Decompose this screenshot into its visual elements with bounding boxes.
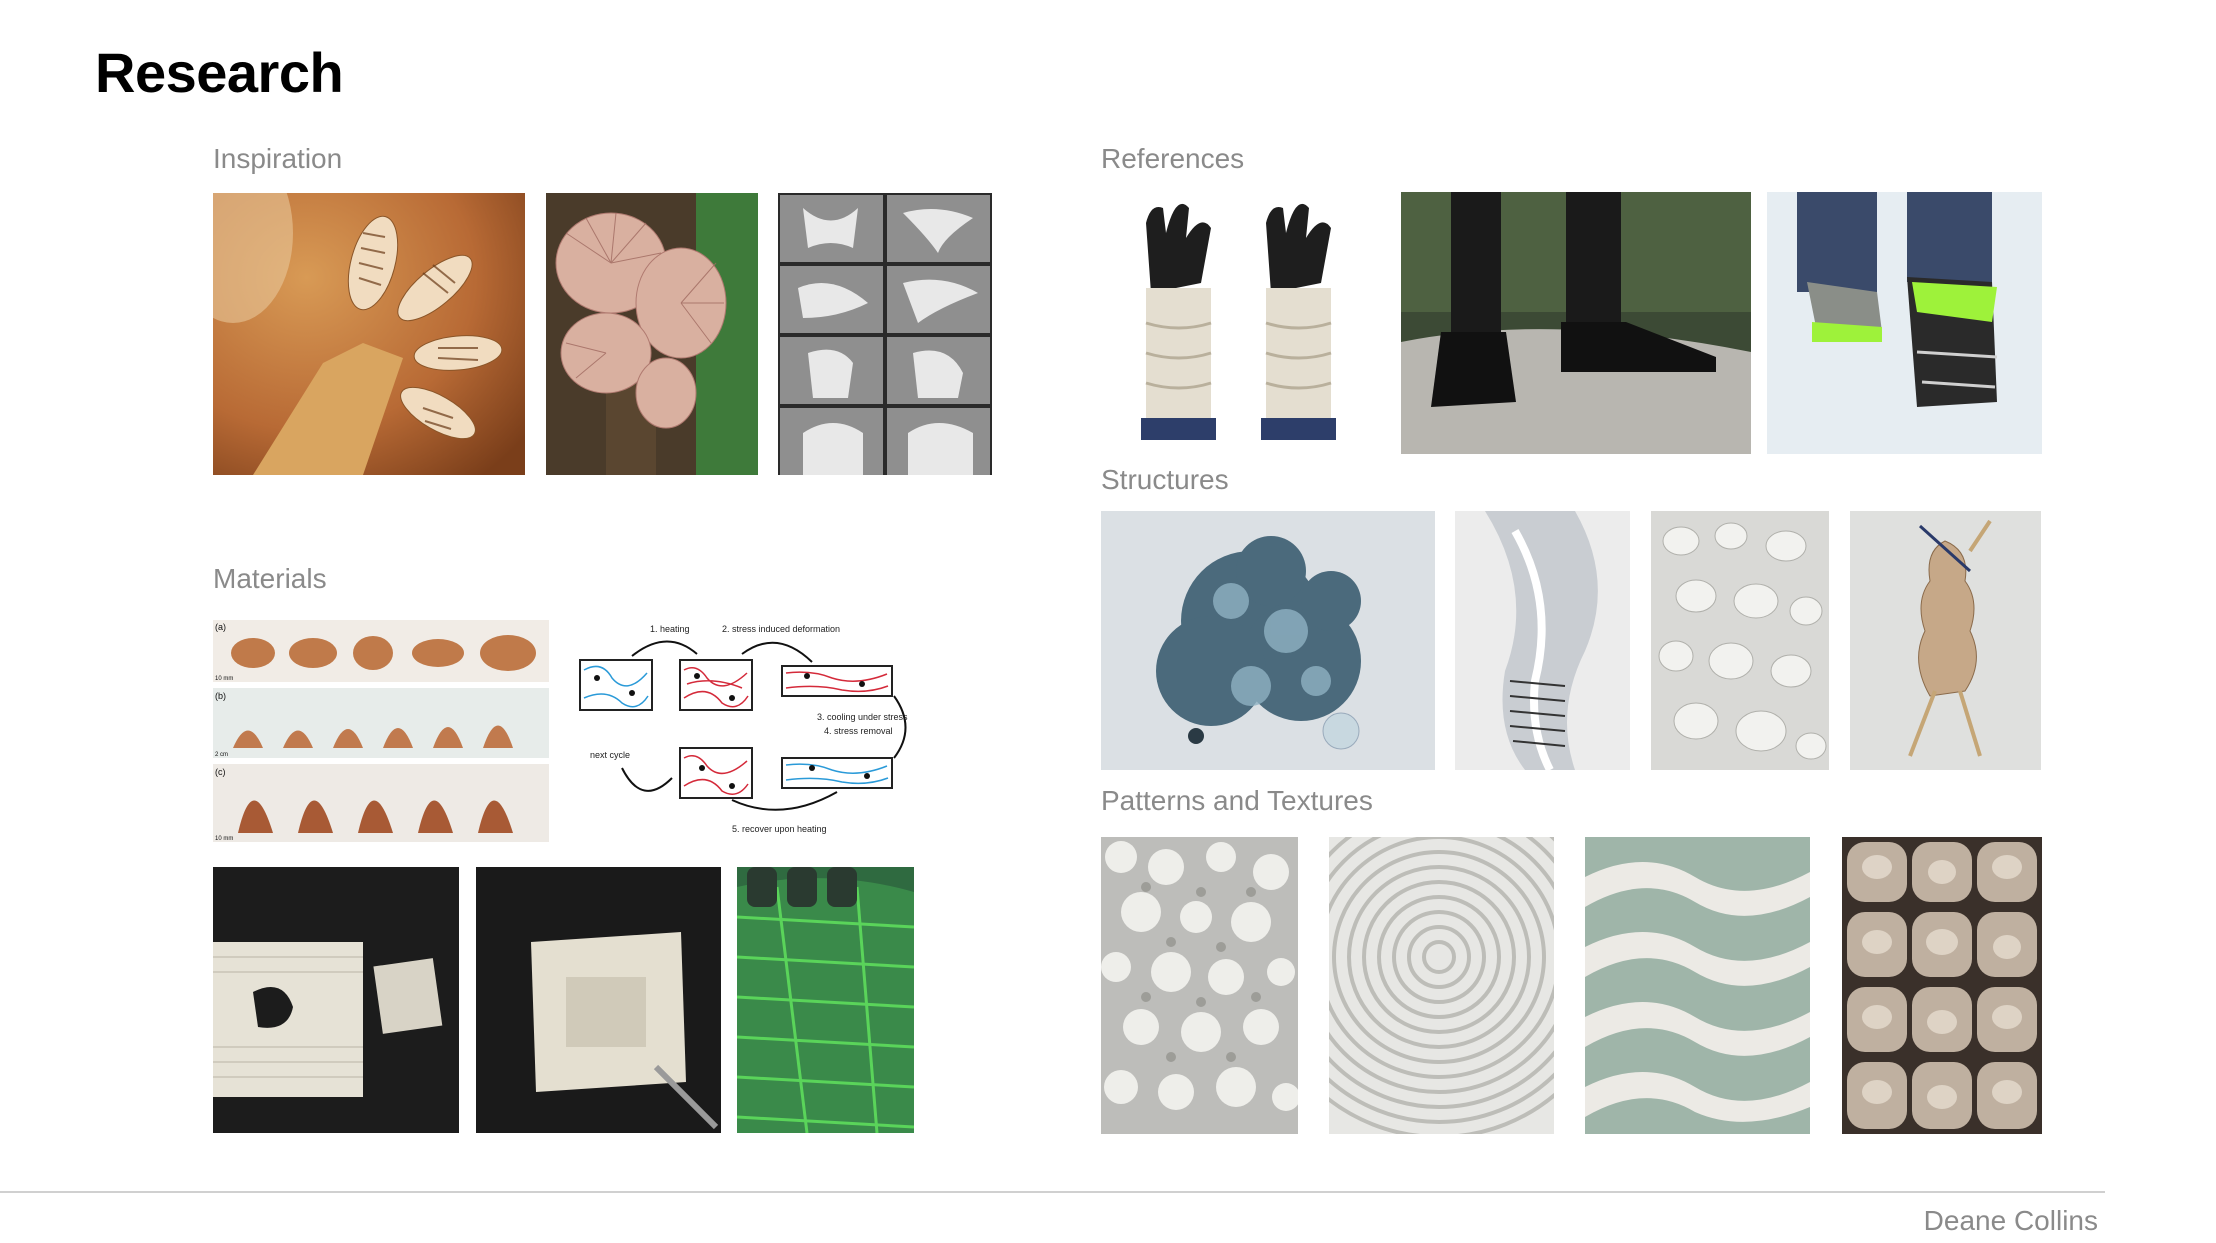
panel-label-c: (c) bbox=[215, 767, 226, 777]
section-label-structures: Structures bbox=[1101, 464, 1229, 495]
diagram-step-recover: 5. recover upon heating bbox=[732, 824, 827, 834]
diagram-step-deformation: 2. stress induced deformation bbox=[722, 624, 840, 634]
stitched-figure-image bbox=[1850, 511, 2041, 770]
green-knit-textile-image bbox=[737, 867, 914, 1133]
panel-label-a: (a) bbox=[215, 622, 226, 632]
ripple-texture-image bbox=[1329, 837, 1554, 1134]
gecko-foot-image bbox=[213, 193, 525, 475]
coral-lattice-texture-image bbox=[1101, 837, 1298, 1134]
section-label-inspiration: Inspiration bbox=[213, 143, 343, 174]
wave-relief-texture-image bbox=[1585, 837, 1810, 1134]
diagram-next-cycle: next cycle bbox=[590, 750, 630, 760]
diagram-step-cooling: 3. cooling under stress bbox=[817, 712, 908, 722]
flowing-glass-structure-image bbox=[1455, 511, 1630, 770]
page-title: Research bbox=[95, 41, 344, 104]
space-gloves-image bbox=[1101, 193, 1380, 455]
white-nodules-image bbox=[1651, 511, 1829, 770]
padded-tiles-texture-image bbox=[1842, 837, 2042, 1134]
scale-label-b: 2 cm bbox=[215, 752, 228, 758]
knitted-swatch-patch-image bbox=[476, 867, 721, 1133]
section-label-references: References bbox=[1101, 143, 1245, 174]
scale-label-a: 10 mm bbox=[215, 676, 233, 682]
section-label-materials: Materials bbox=[213, 563, 327, 594]
author-name: Deane Collins bbox=[1923, 1205, 2098, 1236]
blob-sculpture-image bbox=[1101, 511, 1435, 770]
panel-label-b: (b) bbox=[215, 691, 226, 701]
diagram-step-heating: 1. heating bbox=[650, 624, 690, 634]
knitted-swatch-hole-image bbox=[213, 867, 459, 1133]
shape-memory-samples-figure: (a) (b) (c) 10 mm 2 cm 10 mm bbox=[213, 618, 551, 842]
section-label-patterns: Patterns and Textures bbox=[1101, 785, 1373, 816]
shape-memory-cycle-diagram: 1. heating 2. stress induced deformation… bbox=[572, 618, 912, 842]
scale-label-c: 10 mm bbox=[215, 836, 233, 842]
ice-cleats-image bbox=[1767, 192, 2042, 454]
sculpture-grid-image bbox=[778, 193, 992, 475]
chelsea-boots-image bbox=[1401, 192, 1751, 454]
footer-divider bbox=[0, 1191, 2105, 1193]
mushroom-image bbox=[546, 193, 758, 475]
diagram-step-removal: 4. stress removal bbox=[824, 726, 893, 736]
